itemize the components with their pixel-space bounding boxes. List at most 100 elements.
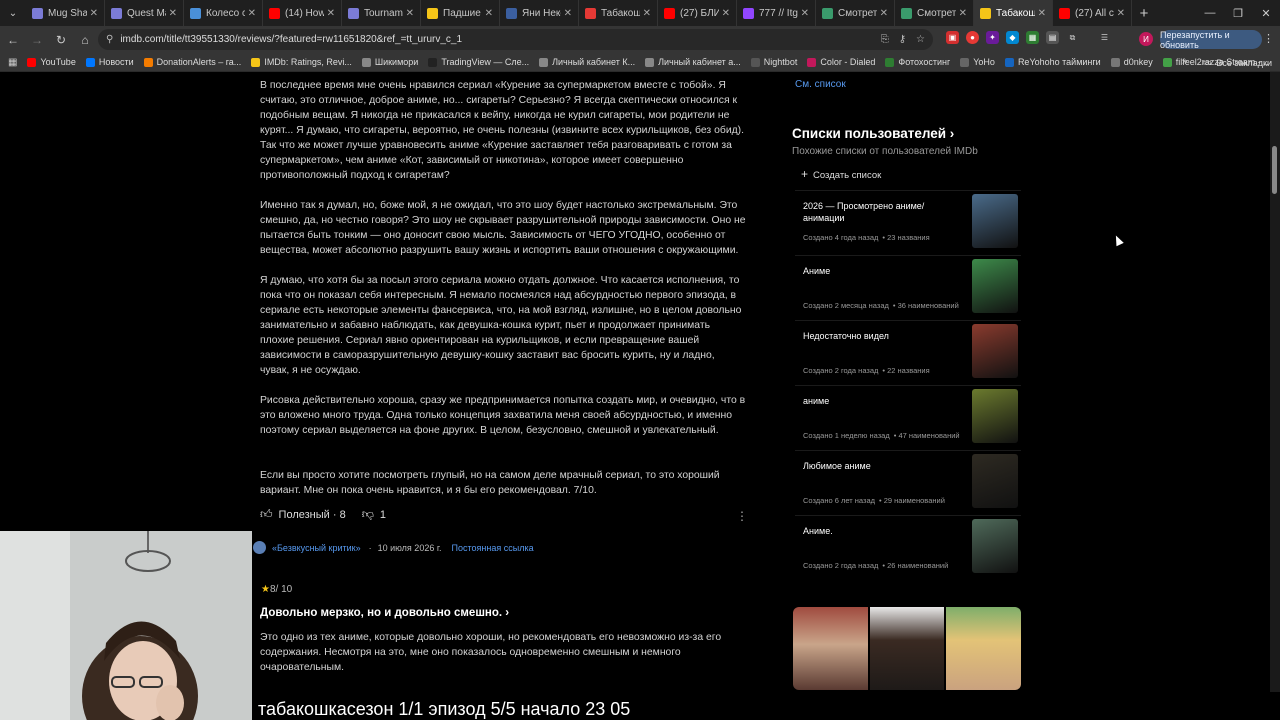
person-photo[interactable] — [946, 607, 1021, 690]
scrollbar-thumb[interactable] — [1272, 146, 1277, 194]
list-name[interactable]: Недостаточно видел — [803, 330, 958, 342]
forward-icon[interactable]: → — [26, 26, 48, 53]
create-list-button[interactable]: + Создать список — [801, 167, 881, 181]
close-window-icon[interactable]: ✕ — [1252, 0, 1280, 26]
list-name[interactable]: аниме — [803, 395, 958, 407]
bookmark-item[interactable]: d0nkey — [1110, 57, 1153, 67]
close-tab-icon[interactable]: ✕ — [169, 8, 177, 19]
thumbs-up-icon[interactable]: 👍︎ — [260, 507, 273, 522]
close-tab-icon[interactable]: ✕ — [959, 8, 967, 19]
reload-icon[interactable]: ↻ — [50, 26, 72, 53]
close-tab-icon[interactable]: ✕ — [327, 8, 335, 19]
close-tab-icon[interactable]: ✕ — [406, 8, 414, 19]
thumbs-down-icon[interactable]: 👎︎ — [362, 507, 374, 522]
bookmark-item[interactable]: Фотохостинг — [885, 57, 950, 67]
extension-icon[interactable]: ▣ — [946, 31, 959, 44]
browser-tab[interactable]: Смотреть✕ — [816, 0, 895, 26]
browser-tab[interactable]: Quest Ma✕ — [105, 0, 184, 26]
list-thumbnail[interactable] — [972, 519, 1018, 573]
browser-tab[interactable]: Падшие а✕ — [421, 0, 500, 26]
user-list-item[interactable]: аниме Создано 1 неделю назад • 47 наименов… — [795, 385, 1021, 450]
close-tab-icon[interactable]: ✕ — [1117, 8, 1125, 19]
minimize-icon[interactable]: — — [1196, 0, 1224, 26]
bookmark-item[interactable]: Личный кабинет К... — [539, 57, 635, 67]
close-tab-icon[interactable]: ✕ — [90, 8, 98, 19]
close-tab-icon[interactable]: ✕ — [643, 8, 651, 19]
translate-icon[interactable]: ⎘ — [881, 34, 889, 45]
reading-list-icon[interactable]: ☰ — [1098, 31, 1111, 44]
browser-tab[interactable]: Смотреть✕ — [895, 0, 974, 26]
browser-tab[interactable]: (27) БЛИЗ✕ — [658, 0, 737, 26]
list-name[interactable]: 2026 — Просмотрено аниме/анимации — [803, 200, 958, 224]
close-tab-icon[interactable]: ✕ — [248, 8, 256, 19]
bookmark-star-icon[interactable]: ☆ — [916, 34, 925, 45]
extension-icon[interactable]: ▤ — [1046, 31, 1059, 44]
bookmark-item[interactable]: ReYohoho тайминги — [1004, 57, 1101, 67]
browser-tab[interactable]: (14) How c✕ — [263, 0, 342, 26]
user-list-item[interactable]: 2026 — Просмотрено аниме/анимации Создано… — [795, 190, 1021, 255]
permalink[interactable]: Постоянная ссылка — [452, 543, 534, 553]
list-name[interactable]: Аниме. — [803, 525, 958, 537]
bookmark-item[interactable]: Nightbot — [750, 57, 797, 67]
helpful-count[interactable]: Полезный · 8 — [279, 509, 346, 521]
browser-tab[interactable]: 777 // Itg ✕ — [737, 0, 816, 26]
back-icon[interactable]: ← — [2, 26, 24, 53]
list-name[interactable]: Аниме — [803, 265, 958, 277]
tab-search-icon[interactable]: ⌄ — [0, 0, 26, 26]
list-thumbnail[interactable] — [972, 259, 1018, 313]
bookmark-item[interactable]: Color - Dialed — [807, 57, 875, 67]
list-name[interactable]: Любимое аниме — [803, 460, 958, 472]
browser-menu-icon[interactable]: ⋮ — [1263, 32, 1274, 45]
browser-tab[interactable]: Mug Shan✕ — [26, 0, 105, 26]
bookmark-item[interactable]: IMDb: Ratings, Revi... — [251, 57, 352, 67]
person-photo[interactable] — [793, 607, 868, 690]
extension-icon[interactable]: ◆ — [1006, 31, 1019, 44]
bookmark-item[interactable]: YouTube — [27, 57, 76, 67]
home-icon[interactable]: ⌂ — [74, 26, 96, 53]
apps-grid-icon[interactable]: ▦ — [8, 57, 17, 68]
browser-tab[interactable]: Табакошк✕ — [579, 0, 658, 26]
browser-tab[interactable]: Яни Неко✕ — [500, 0, 579, 26]
see-list-link[interactable]: См. список — [795, 79, 846, 90]
review-title[interactable]: Довольно мерзко, но и довольно смешно. › — [260, 607, 509, 619]
extensions-puzzle-icon[interactable]: ⧉ — [1066, 31, 1079, 44]
browser-tab[interactable]: Tourname✕ — [342, 0, 421, 26]
bookmark-item[interactable]: TradingView — Сле... — [428, 57, 529, 67]
extension-icon[interactable]: ● — [966, 31, 979, 44]
relaunch-button[interactable]: Перезапустить и обновить — [1160, 30, 1262, 50]
author-link[interactable]: «Безвкусный критик» — [272, 543, 361, 553]
list-thumbnail[interactable] — [972, 324, 1018, 378]
list-thumbnail[interactable] — [972, 389, 1018, 443]
profile-avatar[interactable]: И — [1139, 32, 1153, 46]
all-bookmarks[interactable]: ▭ Все закладки — [1203, 53, 1272, 72]
bookmark-item[interactable]: YoHo — [960, 57, 995, 67]
password-key-icon[interactable]: ⚷ — [899, 34, 906, 45]
browser-tab[interactable]: (27) All ch✕ — [1053, 0, 1132, 26]
bookmarks-overflow-icon[interactable]: » — [1182, 56, 1188, 67]
bookmark-item[interactable]: Личный кабинет а... — [645, 57, 741, 67]
user-list-item[interactable]: Недостаточно видел Создано 2 года назад • … — [795, 320, 1021, 385]
close-tab-icon[interactable]: ✕ — [1038, 8, 1046, 19]
user-list-item[interactable]: Аниме Создано 2 месяца назад • 36 наименов… — [795, 255, 1021, 320]
new-tab-button[interactable]: + — [1132, 5, 1156, 22]
more-options-icon[interactable]: ⋮ — [736, 509, 748, 523]
user-lists-heading[interactable]: Списки пользователей › — [792, 126, 954, 141]
user-list-item[interactable]: Аниме. Создано 2 года назад • 26 наименова… — [795, 515, 1021, 580]
person-photo[interactable] — [869, 607, 945, 690]
bookmark-item[interactable]: Новости — [85, 57, 134, 67]
browser-tab[interactable]: Табакошк✕ — [974, 0, 1053, 26]
bookmark-item[interactable]: DonationAlerts – га... — [143, 57, 241, 67]
close-tab-icon[interactable]: ✕ — [801, 8, 809, 19]
close-tab-icon[interactable]: ✕ — [564, 8, 572, 19]
extension-icon[interactable]: ✦ — [986, 31, 999, 44]
browser-tab[interactable]: Колесо сл✕ — [184, 0, 263, 26]
list-thumbnail[interactable] — [972, 454, 1018, 508]
close-tab-icon[interactable]: ✕ — [880, 8, 888, 19]
site-info-icon[interactable]: ⚲ — [106, 34, 113, 45]
page-scrollbar[interactable] — [1270, 72, 1280, 692]
maximize-icon[interactable]: ❐ — [1224, 0, 1252, 26]
user-list-item[interactable]: Любимое аниме Создано 6 лет назад • 29 наи… — [795, 450, 1021, 515]
close-tab-icon[interactable]: ✕ — [485, 8, 493, 19]
extension-icon[interactable]: ▦ — [1026, 31, 1039, 44]
list-thumbnail[interactable] — [972, 194, 1018, 248]
